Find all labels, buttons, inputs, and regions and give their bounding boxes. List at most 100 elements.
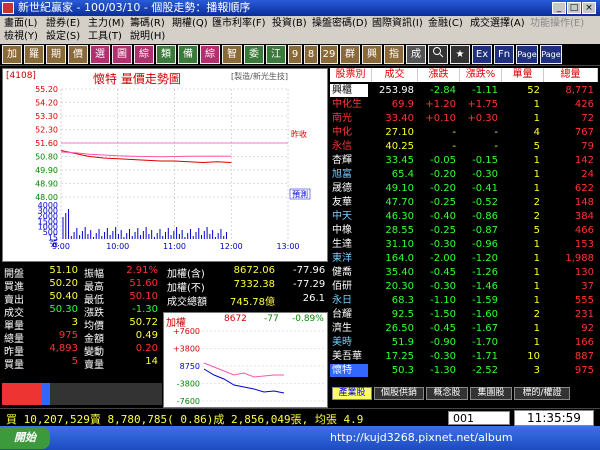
menu-invest[interactable]: 投資(B) — [272, 17, 307, 30]
menu-tools[interactable]: 工具(T) — [88, 30, 122, 43]
tab-industry[interactable]: 產業股 — [332, 387, 372, 400]
stock-name: 杏輝 — [332, 155, 352, 166]
menu-securities[interactable]: 證券(E) — [46, 17, 80, 30]
minimize-button[interactable]: _ — [552, 2, 566, 14]
tb-river[interactable]: 江 — [266, 45, 286, 64]
stock-name: 美時 — [332, 337, 352, 348]
price-cell: 28.55 — [385, 225, 414, 236]
price-chart: 55.20 54.20 53.30 52.30 51.60 50.80 49.90 48.90… — [35, 85, 311, 251]
tb-index[interactable]: 指 — [384, 45, 404, 64]
table-row[interactable]: 佰研 20.30 -0.30 -1.46 1 37 — [330, 280, 598, 293]
tb-search[interactable] — [428, 45, 448, 64]
column-header[interactable]: 總量 — [544, 68, 598, 82]
change-pct-cell: -0.86 — [472, 211, 498, 222]
change-pct-cell: +0.30 — [467, 113, 498, 124]
total-volume-cell: 92 — [581, 323, 594, 334]
table-row[interactable]: 友華 47.70 -0.25 -0.52 2 148 — [330, 196, 598, 209]
column-header[interactable]: 股票別 — [330, 68, 372, 82]
maximize-button[interactable]: □ — [567, 2, 581, 14]
table-row[interactable]: 中化 27.10 - - 4 767 — [330, 126, 598, 139]
table-row[interactable]: 台耀 92.5 -1.50 -1.60 2 231 — [330, 308, 598, 321]
code-input[interactable]: 001 — [448, 411, 510, 425]
menu-finance[interactable]: 金融(C) — [428, 17, 463, 30]
table-row[interactable]: 旭富 65.4 -0.20 -0.30 1 24 — [330, 168, 598, 181]
table-row[interactable]: 美時 51.9 -0.90 -1.70 1 166 — [330, 336, 598, 349]
table-row[interactable]: 永信 40.25 - - 5 79 — [330, 140, 598, 153]
table-row[interactable]: 濟生 26.50 -0.45 -1.67 1 92 — [330, 322, 598, 335]
tb-price[interactable]: 價 — [68, 45, 88, 64]
table-row[interactable]: 懷特 50.3 -1.30 -2.52 3 975 — [330, 364, 598, 377]
tab-concept[interactable]: 概念股 — [426, 387, 468, 400]
tb-rise[interactable]: 興 — [362, 45, 382, 64]
search-icon — [433, 47, 444, 58]
table-row[interactable]: 生達 31.10 -0.30 -0.96 1 153 — [330, 238, 598, 251]
change-cell: -0.45 — [430, 323, 456, 334]
tb-overview-2[interactable]: 綜 — [200, 45, 220, 64]
table-row[interactable]: 興櫃 253.98 -2.84 -1.11 52 8,771 — [330, 84, 598, 97]
tab-warrant[interactable]: 標的/權證 — [514, 387, 570, 400]
tb-futures[interactable]: 期 — [46, 45, 66, 64]
table-row[interactable]: 晟德 49.10 -0.20 -0.41 1 622 — [330, 182, 598, 195]
menu-trade-select[interactable]: 成交選擇(A) — [470, 17, 525, 30]
unit-volume-cell: 1 — [533, 155, 540, 166]
column-header[interactable]: 漲跌% — [460, 68, 502, 82]
column-header[interactable]: 成交 — [372, 68, 418, 82]
table-row[interactable]: 南光 33.40 +0.10 +0.30 1 72 — [330, 112, 598, 125]
table-row[interactable]: 永日 68.3 -1.10 -1.59 1 555 — [330, 294, 598, 307]
quote-value: 0.49 — [135, 330, 158, 341]
tb-8[interactable]: 8 — [304, 45, 318, 64]
tb-29[interactable]: 29 — [320, 45, 338, 64]
column-header[interactable]: 單量 — [502, 68, 544, 82]
menu-screen[interactable]: 畫面(L) — [4, 17, 37, 30]
tb-9[interactable]: 9 — [288, 45, 302, 64]
tb-category[interactable]: 類 — [156, 45, 176, 64]
tb-add[interactable]: 加 — [2, 45, 22, 64]
table-row[interactable]: 中化生 69.9 +1.20 +1.75 1 426 — [330, 98, 598, 111]
tb-backup[interactable]: 備 — [178, 45, 198, 64]
table-row[interactable]: 美吾華 17.25 -0.30 -1.71 10 887 — [330, 350, 598, 363]
tb-overview[interactable]: 綜 — [134, 45, 154, 64]
column-header[interactable]: 漲跌 — [418, 68, 460, 82]
y-tick-label: 54.20 — [35, 99, 58, 108]
price-cell: 33.40 — [385, 113, 414, 124]
tb-order[interactable]: 委 — [244, 45, 264, 64]
menu-function[interactable]: 功能操作(E) — [530, 17, 584, 30]
tb-group[interactable]: 群 — [340, 45, 360, 64]
total-volume-cell: 384 — [574, 211, 594, 222]
stock-name: 美吾華 — [332, 351, 362, 362]
total-volume-cell: 79 — [581, 141, 594, 152]
menu-help[interactable]: 說明(H) — [130, 30, 165, 43]
menu-main-force[interactable]: 主力(M) — [88, 17, 124, 30]
menu-chips[interactable]: 籌碼(R) — [130, 17, 165, 30]
index-value: 7332.38 — [233, 279, 275, 290]
table-row[interactable]: 東洋 164.0 -2.00 -1.20 1 1,988 — [330, 252, 598, 265]
tb-select[interactable]: 選 — [90, 45, 110, 64]
total-volume-cell: 767 — [574, 127, 594, 138]
tb-page-up[interactable]: Page — [516, 45, 538, 64]
tab-supply[interactable]: 個股供銷 — [374, 387, 424, 400]
tab-group[interactable]: 集團股 — [470, 387, 512, 400]
table-row[interactable]: 中天 46.30 -0.40 -0.86 2 384 — [330, 210, 598, 223]
menu-forex[interactable]: 匯市利率(F) — [212, 17, 266, 30]
tb-luo[interactable]: 羅 — [24, 45, 44, 64]
tb-star[interactable]: ★ — [450, 45, 470, 64]
tb-smart[interactable]: 智 — [222, 45, 242, 64]
tb-chart[interactable]: 圖 — [112, 45, 132, 64]
table-row[interactable]: 中橡 28.55 -0.25 -0.87 5 466 — [330, 224, 598, 237]
tb-page-down[interactable]: Page — [540, 45, 562, 64]
menu-futures[interactable]: 期權(Q) — [172, 17, 208, 30]
menu-trading-code[interactable]: 操盤密碼(D) — [312, 17, 368, 30]
menu-intl-info[interactable]: 國際資訊(I) — [372, 17, 423, 30]
table-row[interactable]: 杏輝 33.45 -0.05 -0.15 1 142 — [330, 154, 598, 167]
change-pct-cell: -1.59 — [472, 295, 498, 306]
menu-view[interactable]: 檢視(Y) — [4, 30, 38, 43]
start-button[interactable]: 開始 — [0, 427, 50, 449]
price-cell: 47.70 — [385, 197, 414, 208]
tb-ex[interactable]: Ex — [472, 45, 492, 64]
unit-volume-cell: 2 — [533, 197, 540, 208]
tb-fn[interactable]: Fn — [494, 45, 514, 64]
menu-settings[interactable]: 設定(S) — [46, 30, 80, 43]
close-button[interactable]: × — [582, 2, 596, 14]
tb-trade[interactable]: 成 — [406, 45, 426, 64]
table-row[interactable]: 健喬 35.40 -0.45 -1.26 1 130 — [330, 266, 598, 279]
